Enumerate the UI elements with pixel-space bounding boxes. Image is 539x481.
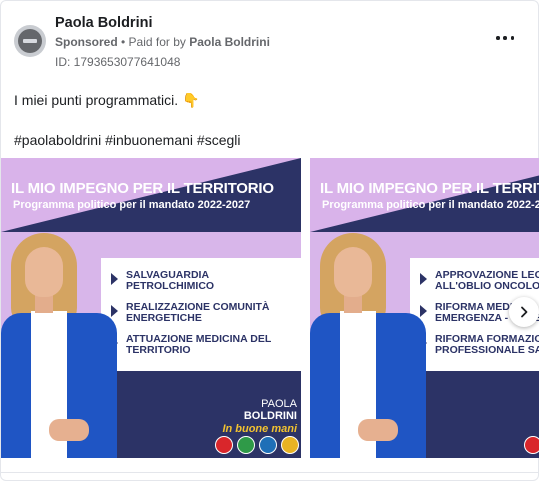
slide-subtitle: Programma politico per il mandato 2022-2… xyxy=(322,199,539,211)
author-name[interactable]: Paola Boldrini xyxy=(55,15,153,31)
carousel-slide-2[interactable]: IL MIO IMPEGNO PER IL TERRITORIO Program… xyxy=(310,158,539,458)
slide-banner: IL MIO IMPEGNO PER IL TERRITORIO Program… xyxy=(310,158,539,232)
party-logo-icon xyxy=(281,436,299,454)
program-point: APPROVAZIONE LEGGE ALL'OBLIO ONCOLOGICO xyxy=(420,270,539,292)
party-logo-icon xyxy=(215,436,233,454)
slide-title: IL MIO IMPEGNO PER IL TERRITORIO xyxy=(11,180,274,197)
paid-by-name[interactable]: Paola Boldrini xyxy=(189,35,270,49)
candidate-last-name: BOLDRINI xyxy=(243,410,297,422)
sponsored-line: Sponsored • Paid for by Paola Boldrini xyxy=(55,35,270,49)
post-text: I miei punti programmatici. 👇 xyxy=(14,92,200,108)
party-logos xyxy=(524,436,539,454)
party-logo-icon xyxy=(524,436,539,454)
program-point: ATTUAZIONE MEDICINA DEL TERRITORIO xyxy=(111,334,271,356)
candidate-first-name: PAOLA xyxy=(261,398,297,410)
candidate-photo xyxy=(310,233,430,458)
chevron-right-icon[interactable] xyxy=(509,297,539,327)
slide-footer-panel xyxy=(420,371,539,458)
card-divider xyxy=(1,472,539,473)
post-hashtags[interactable]: #paolaboldrini #inbuonemani #scegli xyxy=(14,132,241,148)
slide-title: IL MIO IMPEGNO PER IL TERRITORIO xyxy=(320,180,539,197)
party-logos xyxy=(215,436,299,454)
paid-for-prefix: • Paid for by xyxy=(117,35,190,49)
ad-card: Paola Boldrini Sponsored • Paid for by P… xyxy=(0,0,539,481)
program-point: REALIZZAZIONE COMUNITÀ ENERGETICHE xyxy=(111,302,270,324)
candidate-photo xyxy=(1,233,121,458)
slide-banner: IL MIO IMPEGNO PER IL TERRITORIO Program… xyxy=(1,158,301,232)
ad-id: ID: 1793653077641048 xyxy=(55,55,181,69)
sponsored-label: Sponsored xyxy=(55,35,118,49)
carousel-slide-1[interactable]: IL MIO IMPEGNO PER IL TERRITORIO Program… xyxy=(1,158,301,458)
program-point: RIFORMA FORMAZIONE PROFESSIONALE SANITAR… xyxy=(420,334,539,356)
image-carousel[interactable]: IL MIO IMPEGNO PER IL TERRITORIO Program… xyxy=(1,158,539,458)
points-panel: SALVAGUARDIA PETROLCHIMICO REALIZZAZIONE… xyxy=(101,258,301,371)
more-options-icon[interactable] xyxy=(496,31,514,45)
blocked-avatar-icon[interactable] xyxy=(14,25,46,57)
party-logo-icon xyxy=(259,436,277,454)
slide-subtitle: Programma politico per il mandato 2022-2… xyxy=(13,199,251,211)
slogan: In buone mani xyxy=(222,423,297,435)
party-logo-icon xyxy=(237,436,255,454)
program-point: SALVAGUARDIA PETROLCHIMICO xyxy=(111,270,214,292)
